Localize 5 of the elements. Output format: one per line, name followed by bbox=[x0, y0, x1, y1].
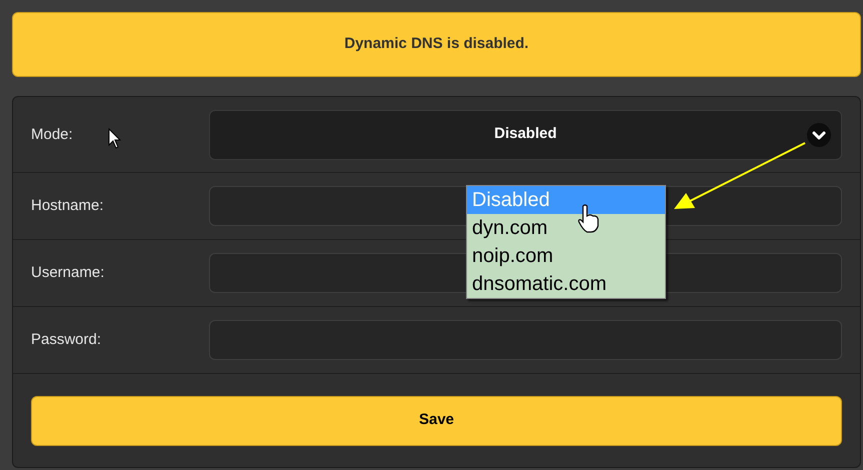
field-label: Username: bbox=[31, 263, 104, 283]
field-label: Password: bbox=[31, 330, 102, 350]
field-label: Hostname: bbox=[31, 196, 104, 216]
status-banner: Dynamic DNS is disabled. bbox=[12, 12, 861, 77]
field-label: Mode: bbox=[31, 124, 73, 144]
